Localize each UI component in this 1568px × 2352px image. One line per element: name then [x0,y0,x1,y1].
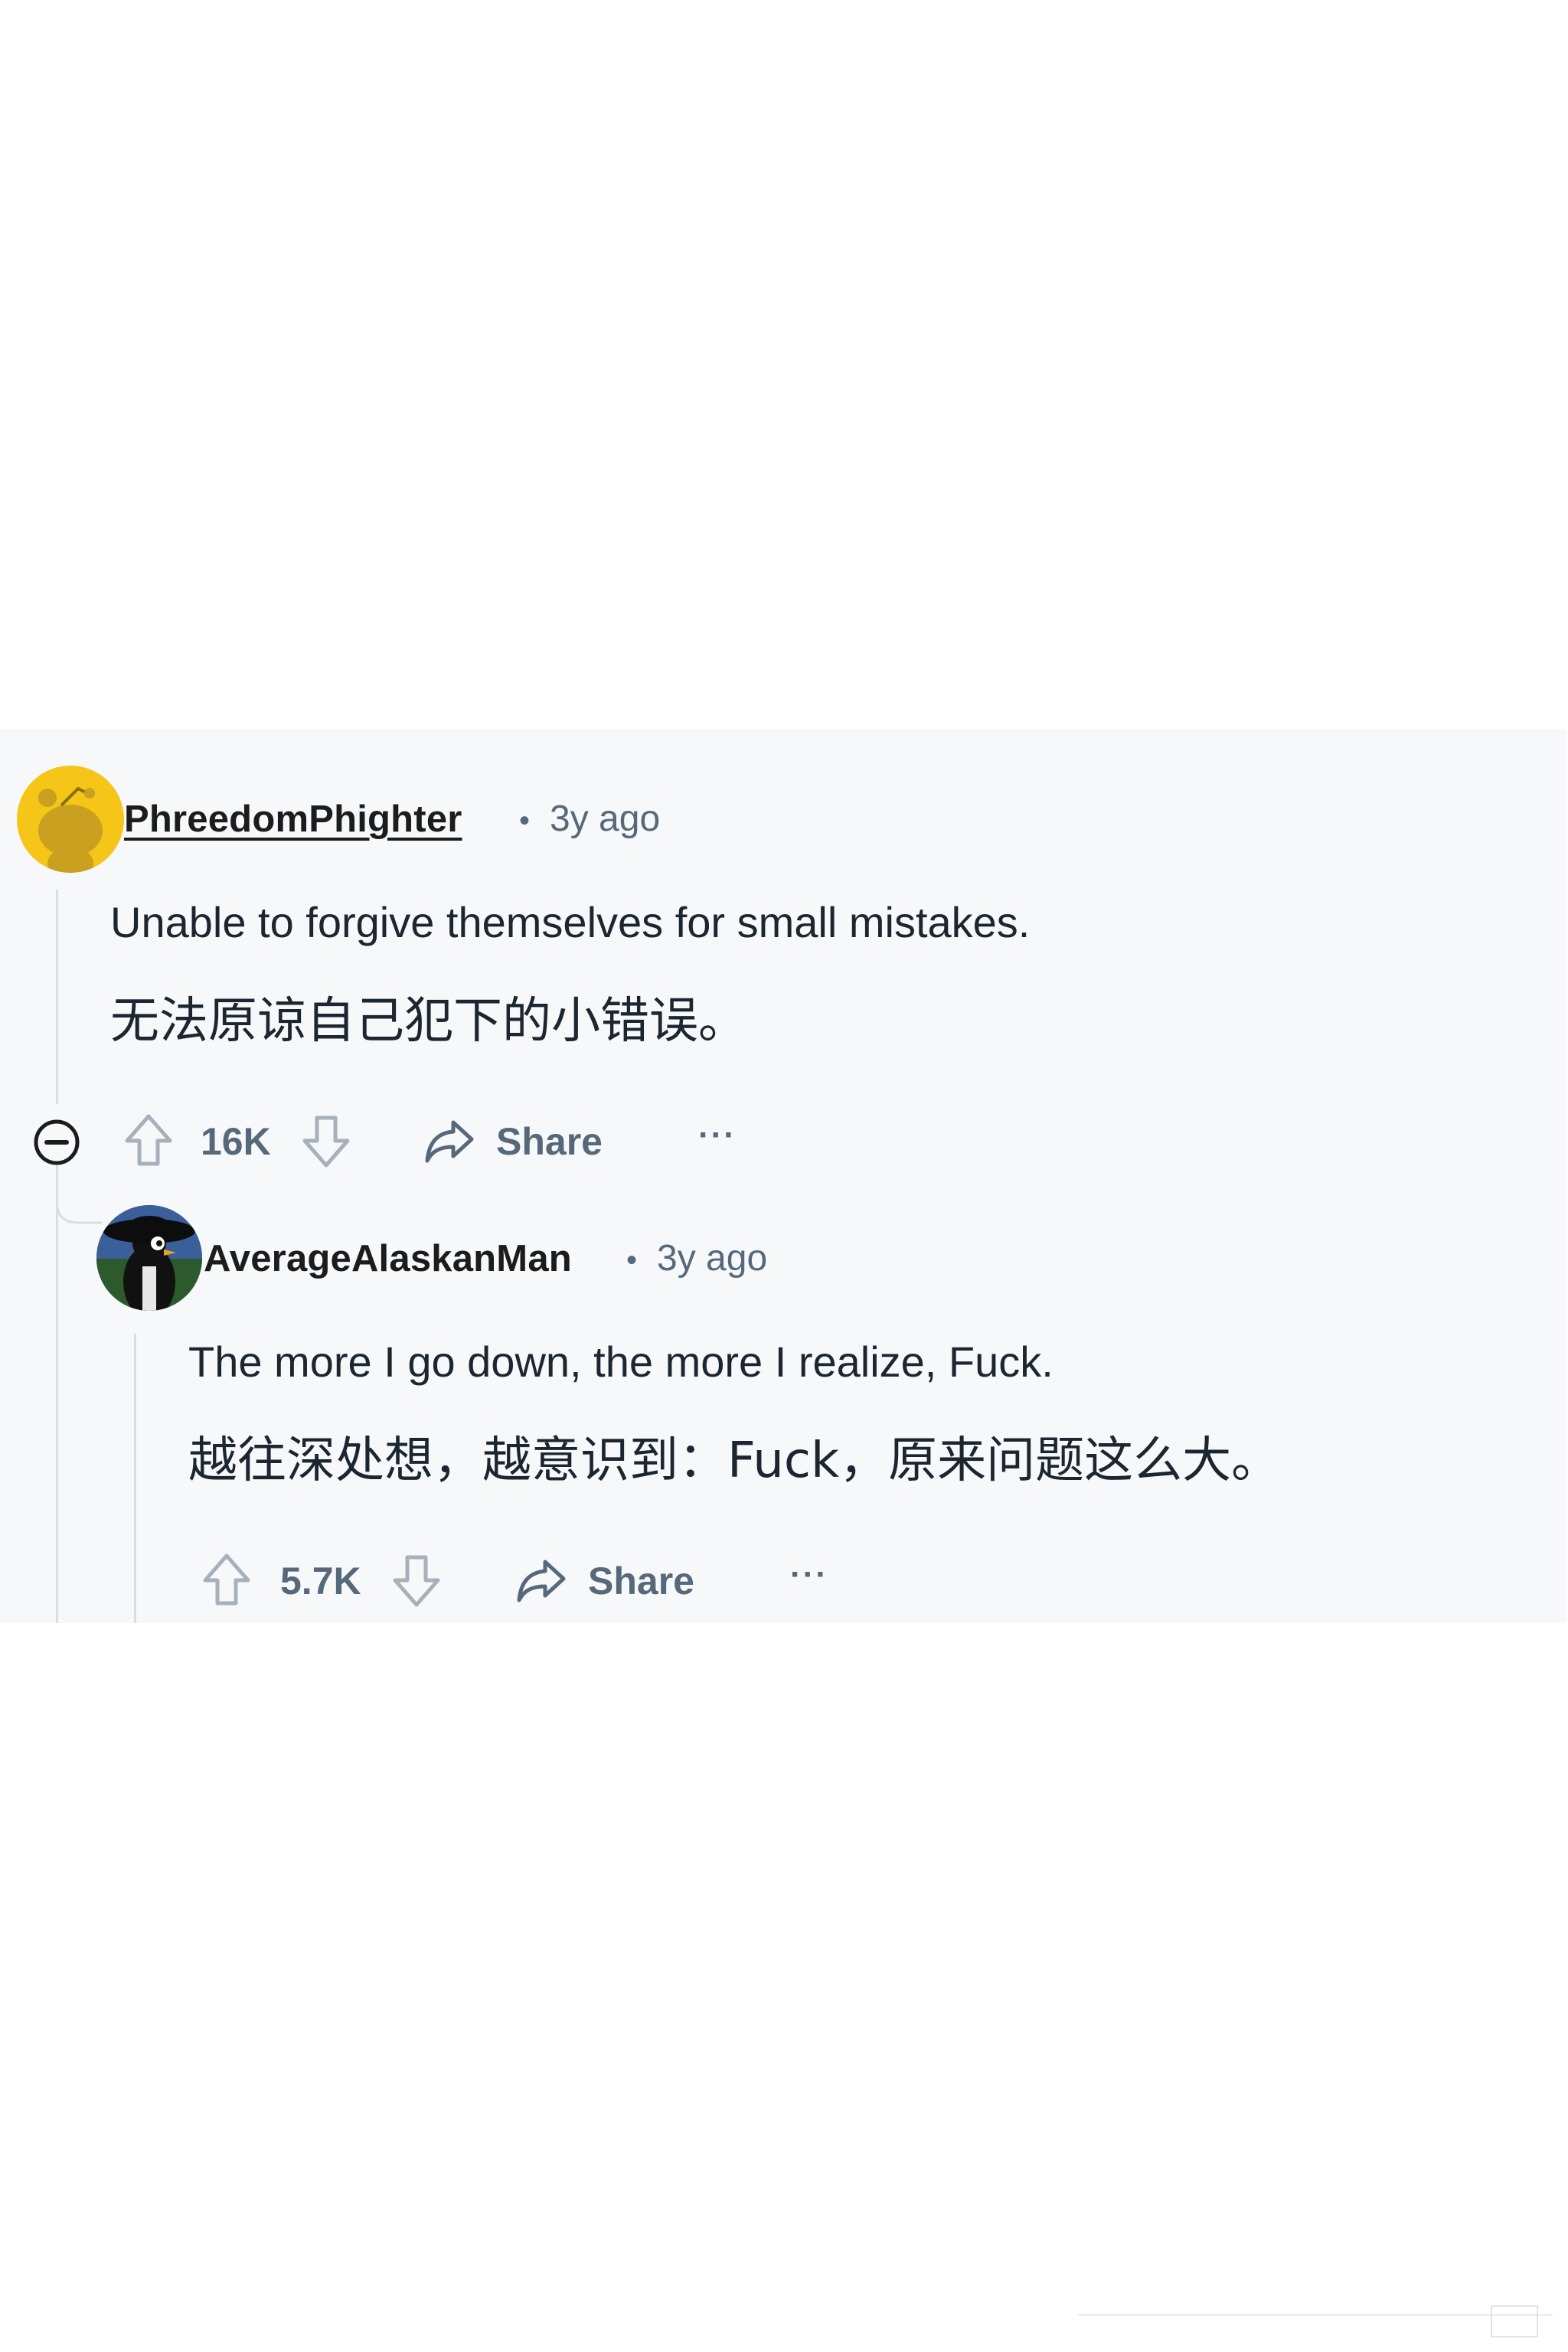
share-button[interactable]: Share [496,1119,603,1164]
share-button[interactable]: Share [588,1559,694,1603]
more-options-button[interactable]: ··· [790,1556,828,1594]
meta-separator: • [519,804,531,838]
comment-body-en: The more I go down, the more I realize, … [188,1338,1054,1386]
time-ago: 3y ago [657,1238,768,1279]
downvote-icon[interactable] [300,1112,352,1170]
comment-timestamp: • 3y ago [519,798,660,840]
comment-author[interactable]: AverageAlaskanMan [204,1237,572,1280]
upvote-icon[interactable] [122,1112,175,1170]
meta-separator: • [626,1243,638,1277]
avatar[interactable] [17,766,124,873]
time-ago: 3y ago [550,799,661,839]
vote-count: 5.7K [280,1560,361,1602]
collapse-thread-icon[interactable] [32,1118,81,1167]
comment-timestamp: • 3y ago [626,1237,767,1279]
vote-count: 16K [201,1120,271,1163]
thread-line-parent[interactable] [56,890,58,1104]
comment-body-zh: 越往深处想，越意识到：Fuck，原来问题这么大。 [188,1432,1281,1489]
comment-author[interactable]: PhreedomPhighter [124,798,462,841]
comment-thread: PhreedomPhighter • 3y ago Unable to forgi… [0,729,1566,1623]
downvote-icon[interactable] [390,1551,443,1609]
upvote-icon[interactable] [201,1551,253,1609]
comment-body-zh: 无法原谅自己犯下的小错误。 [110,993,747,1050]
share-icon[interactable] [423,1116,476,1165]
more-options-button[interactable]: ··· [698,1116,737,1155]
alaskan-avatar-icon [96,1205,202,1311]
watermark-mark [1078,2305,1553,2337]
avatar[interactable] [96,1205,202,1311]
share-icon[interactable] [514,1556,568,1605]
snoo-avatar-icon [17,766,124,873]
comment-body-en: Unable to forgive themselves for small m… [110,898,1031,946]
thread-line-child[interactable] [134,1334,136,1623]
